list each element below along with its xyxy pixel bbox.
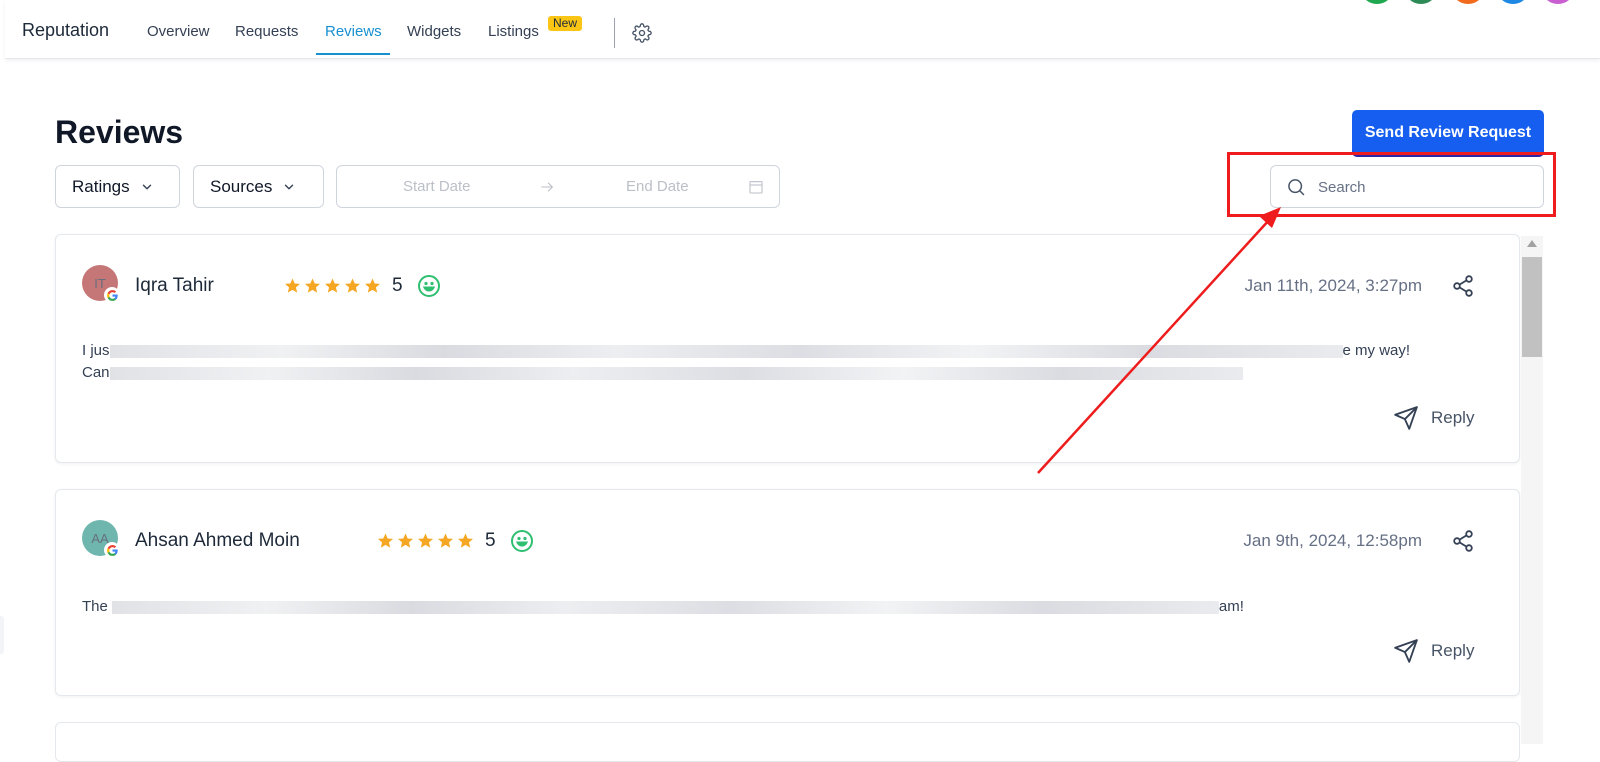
annotation-arrow (1037, 207, 1281, 474)
arrow-head (1259, 207, 1281, 228)
arrow-line (1037, 218, 1271, 474)
